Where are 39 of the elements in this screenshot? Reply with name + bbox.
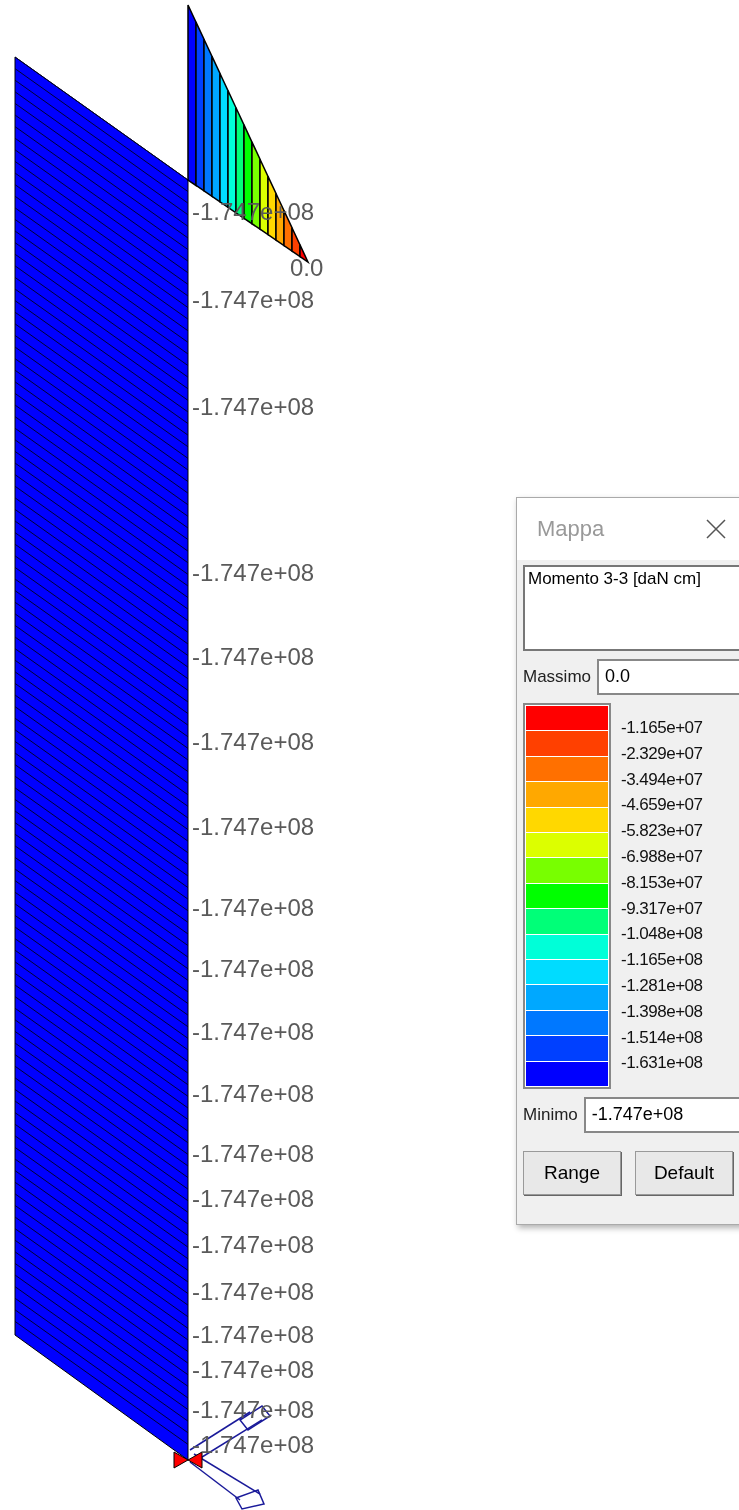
value-label: -1.747e+08 — [192, 812, 315, 842]
value-label: -1.747e+08 — [192, 1355, 315, 1385]
level-label: -6.988e+07 — [621, 846, 703, 868]
dialog-button[interactable]: Range — [523, 1151, 621, 1195]
dialog-title: Mappa — [537, 516, 606, 542]
value-label: -1.747e+08 — [192, 642, 315, 672]
level-label: -1.398e+08 — [621, 1000, 703, 1023]
value-label: -1.747e+08 — [192, 285, 315, 315]
level-label: -1.165e+07 — [621, 717, 703, 739]
quantity-field[interactable]: Momento 3-3 [daN cm] — [523, 565, 739, 651]
level-label: -3.494e+07 — [621, 768, 703, 791]
value-label: 0.0 — [290, 253, 324, 283]
value-label: -1.747e+08 — [192, 1139, 315, 1169]
value-label: -1.747e+08 — [192, 1230, 315, 1260]
value-label: -1.747e+08 — [192, 558, 315, 588]
value-label: -1.747e+08 — [192, 727, 315, 757]
level-label: -1.631e+08 — [621, 1052, 703, 1075]
dialog-button[interactable]: Default — [635, 1151, 733, 1195]
min-label: Minimo — [523, 1105, 578, 1125]
value-label: -1.747e+08 — [192, 1277, 315, 1307]
level-label: -1.165e+08 — [621, 949, 703, 972]
value-label: -1.747e+08 — [192, 1017, 315, 1047]
level-label: -8.153e+07 — [621, 871, 703, 894]
max-field[interactable]: 0.0 — [597, 659, 739, 695]
max-label: Massimo — [523, 667, 591, 687]
value-label: -1.747e+08 — [192, 1079, 315, 1109]
level-label: -1.281e+08 — [621, 974, 703, 997]
value-label: -1.747e+08 — [192, 392, 315, 422]
value-label: -1.747e+08 — [192, 1320, 315, 1350]
value-label: -1.747e+08 — [192, 1184, 315, 1214]
level-label: -4.659e+07 — [621, 794, 703, 817]
level-label: -5.823e+07 — [621, 820, 703, 843]
value-label: -1.747e+08 — [192, 954, 315, 984]
level-label: -1.514e+08 — [621, 1026, 703, 1049]
value-label: -1.747e+08 — [192, 893, 315, 923]
level-label: -2.329e+07 — [621, 742, 703, 765]
min-field[interactable]: -1.747e+08 — [583, 1097, 739, 1133]
level-label: -9.317e+07 — [621, 897, 703, 920]
level-label: -1.048e+08 — [621, 923, 703, 946]
